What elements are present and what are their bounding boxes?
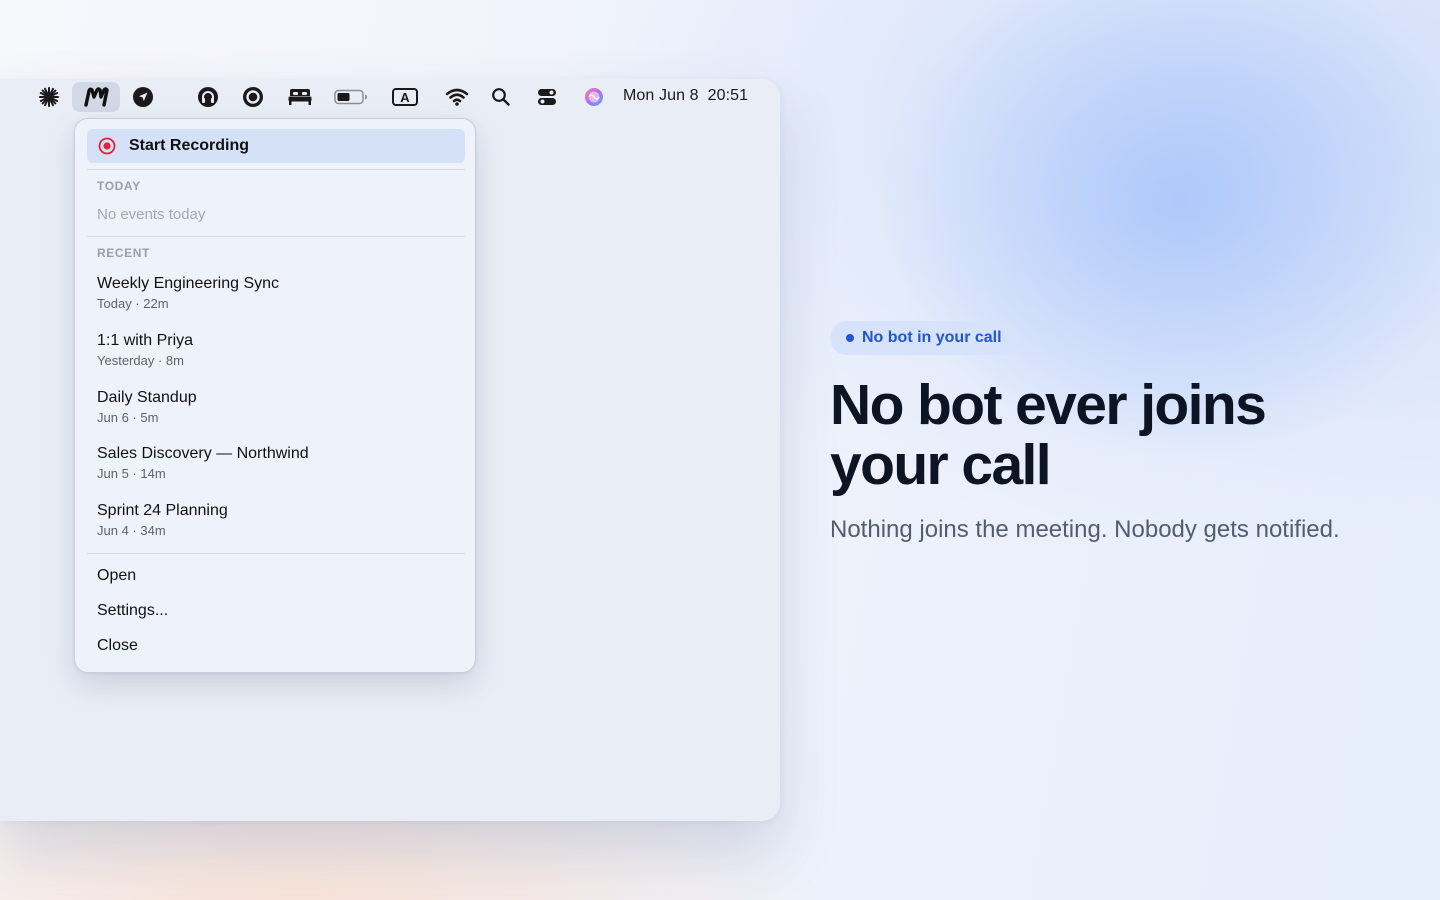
recent-meeting-item[interactable]: Sprint 24 Planning Jun 4 · 34m <box>87 500 465 550</box>
menu-bar: A Mon Jun 8 20:51 <box>0 79 780 115</box>
hero-subheadline: Nothing joins the meeting. Nobody gets n… <box>830 516 1340 543</box>
start-recording-button[interactable]: Start Recording <box>87 129 465 163</box>
input-source-label: A <box>392 88 418 106</box>
recent-meeting-item[interactable]: 1:1 with Priya Yesterday · 8m <box>87 330 465 380</box>
record-icon <box>98 137 116 155</box>
meeting-meta: Jun 4 · 34m <box>97 523 166 538</box>
meeting-meta: Jun 6 · 5m <box>97 410 159 425</box>
menu-divider <box>87 236 465 237</box>
menu-divider <box>87 169 465 170</box>
meeting-title: Sprint 24 Planning <box>97 502 228 519</box>
badge-dot-icon <box>846 334 854 342</box>
menu-bar-time: 20:51 <box>707 87 749 104</box>
menu-divider <box>87 553 465 554</box>
badge-label: No bot in your call <box>862 329 1002 346</box>
app-dropdown-menu: Start Recording TODAY No events today RE… <box>74 118 476 673</box>
recent-meeting-item[interactable]: Sales Discovery — Northwind Jun 5 · 14m <box>87 443 465 493</box>
input-source-icon[interactable]: A <box>390 84 420 110</box>
control-center-icon[interactable] <box>535 84 559 110</box>
record-circle-icon[interactable] <box>240 84 266 110</box>
start-recording-label: Start Recording <box>129 137 250 154</box>
recent-meeting-item[interactable]: Daily Standup Jun 6 · 5m <box>87 387 465 437</box>
meeting-title: Weekly Engineering Sync <box>97 275 280 292</box>
bed-icon[interactable] <box>285 84 315 110</box>
meeting-title: 1:1 with Priya <box>97 332 194 349</box>
meeting-meta: Jun 5 · 14m <box>97 466 166 481</box>
close-menu-item[interactable]: Close <box>87 633 465 661</box>
close-label: Close <box>97 637 138 654</box>
meeting-title: Sales Discovery — Northwind <box>97 445 309 462</box>
no-events-message: No events today <box>97 206 206 223</box>
menu-bar-clock[interactable]: Mon Jun 8 20:51 <box>623 87 748 105</box>
spotlight-search-icon[interactable] <box>489 84 513 110</box>
hero-headline: No bot ever joins your call <box>830 373 1267 497</box>
app-logo-icon[interactable] <box>72 82 120 112</box>
asterisk-icon[interactable] <box>36 84 62 110</box>
wifi-icon[interactable] <box>444 84 470 110</box>
recent-section-header: RECENT <box>97 246 150 260</box>
menu-bar-date: Mon Jun 8 <box>623 87 699 104</box>
settings-menu-item[interactable]: Settings... <box>87 598 465 626</box>
today-section-header: TODAY <box>97 179 141 193</box>
meeting-meta: Today · 22m <box>97 296 169 311</box>
no-bot-badge: No bot in your call <box>830 321 1018 355</box>
settings-label: Settings... <box>97 602 169 619</box>
open-label: Open <box>97 567 137 584</box>
navigation-arrow-icon[interactable] <box>130 84 156 110</box>
recent-meeting-item[interactable]: Weekly Engineering Sync Today · 22m <box>87 273 465 323</box>
meeting-title: Daily Standup <box>97 389 197 406</box>
meeting-meta: Yesterday · 8m <box>97 353 184 368</box>
headphones-icon[interactable] <box>195 84 221 110</box>
battery-icon[interactable] <box>333 84 369 110</box>
open-menu-item[interactable]: Open <box>87 563 465 591</box>
siri-icon[interactable] <box>582 84 606 110</box>
